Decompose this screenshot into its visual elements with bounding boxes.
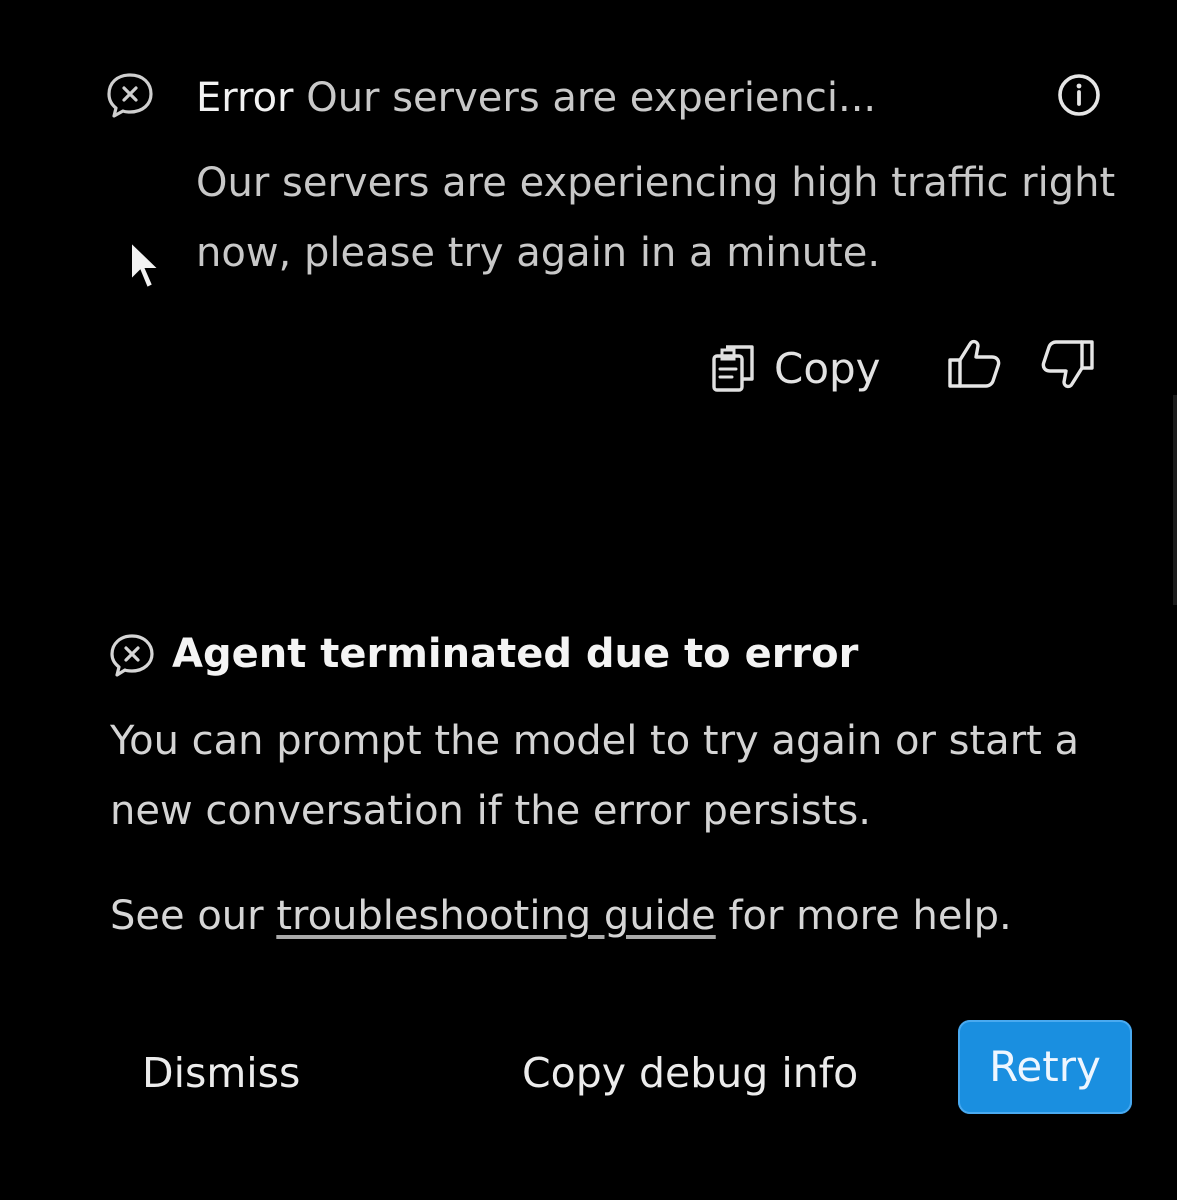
troubleshooting-guide-link[interactable]: troubleshooting guide	[276, 893, 715, 939]
thumbs-down-icon[interactable]	[1038, 334, 1098, 394]
copy-debug-info-button[interactable]: Copy debug info	[522, 1040, 858, 1106]
help-prefix: See our	[110, 893, 277, 939]
error-title: Error Our servers are experienci...	[196, 72, 876, 124]
dismiss-button[interactable]: Dismiss	[142, 1040, 300, 1106]
error-label: Error	[196, 75, 294, 121]
thumbs-up-icon[interactable]	[944, 334, 1004, 394]
copy-label: Copy	[774, 343, 881, 393]
copy-button[interactable]: Copy	[706, 336, 881, 400]
mouse-pointer-icon	[130, 240, 162, 290]
copy-icon	[712, 345, 754, 392]
error-preview: Our servers are experienci...	[306, 75, 877, 121]
scrollbar[interactable]	[1173, 395, 1177, 605]
error-bubble-icon	[110, 634, 154, 677]
termination-title: Agent terminated due to error	[172, 631, 859, 677]
retry-button[interactable]: Retry	[958, 1020, 1132, 1114]
help-suffix: for more help.	[715, 893, 1012, 939]
help-line: See our troubleshooting guide for more h…	[110, 884, 1160, 948]
error-bubble-icon	[107, 73, 153, 118]
error-message: Our servers are experiencing high traffi…	[196, 160, 1116, 276]
termination-message: You can prompt the model to try again or…	[110, 718, 1080, 834]
info-icon[interactable]	[1056, 72, 1102, 118]
